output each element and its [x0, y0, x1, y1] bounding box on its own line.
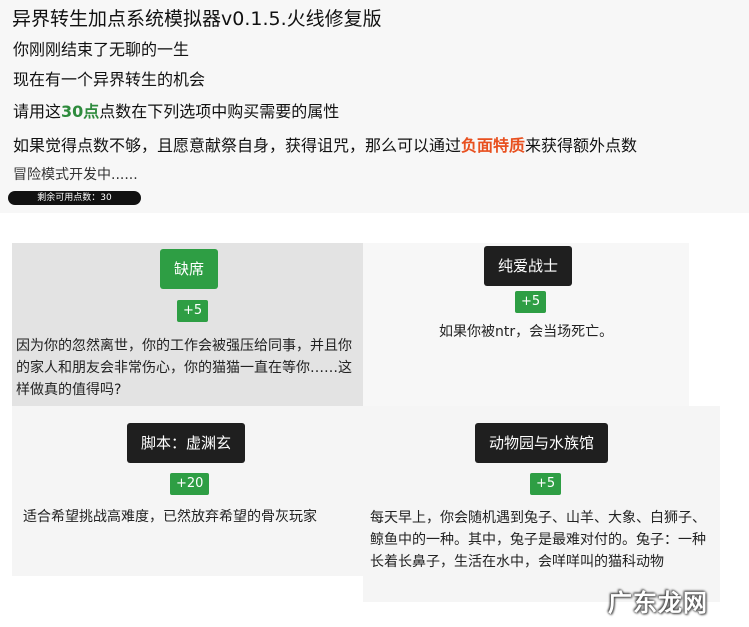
intro-line-4: 如果觉得点数不够，且愿意献祭自身，获得诅咒，那么可以通过负面特质来获得额外点数 — [13, 132, 637, 156]
adventure-mode-note: 冒险模式开发中...... — [13, 167, 138, 183]
option-card-pure-love-warrior: 纯爱战士 +5 如果你被ntr，会当场死亡。 — [363, 243, 689, 406]
option-cost-badge: +20 — [170, 473, 210, 495]
option-description: 如果你被ntr，会当场死亡。 — [439, 324, 614, 340]
remaining-points-badge: 剩余可用点数：30 — [8, 191, 141, 205]
intro-line-2: 现在有一个异界转生的机会 — [13, 70, 206, 89]
option-card-zoo-and-aquarium: 动物园与水族馆 +5 每天早上，你会随机遇到兔子、山羊、大象、白狮子、鲸鱼中的一… — [363, 406, 720, 602]
total-points: 30点 — [61, 102, 100, 121]
intro-panel: 异界转生加点系统模拟器v0.1.5.火线修复版 你刚刚结束了无聊的一生 现在有一… — [0, 0, 749, 213]
negative-traits-link[interactable]: 负面特质 — [461, 136, 525, 155]
option-description: 因为你的忽然离世，你的工作会被强压给同事，并且你的家人和朋友会非常伤心，你的猫猫… — [16, 338, 352, 398]
intro-line-4-prefix: 如果觉得点数不够，且愿意献祭自身，获得诅咒，那么可以通过 — [13, 136, 462, 155]
option-cost-badge: +5 — [515, 291, 547, 313]
site-watermark: 广东龙网 — [608, 589, 708, 617]
option-card-script-urobuchi: 脚本：虚渊玄 +20 适合希望挑战高难度，已然放弃希望的骨灰玩家 — [12, 406, 363, 576]
intro-line-1: 你刚刚结束了无聊的一生 — [13, 40, 190, 59]
option-button-absence[interactable]: 缺席 — [160, 249, 219, 289]
intro-line-4-suffix: 来获得额外点数 — [525, 136, 638, 155]
option-cost-badge: +5 — [177, 300, 209, 322]
option-button-script-urobuchi[interactable]: 脚本：虚渊玄 — [127, 423, 246, 463]
page-title: 异界转生加点系统模拟器v0.1.5.火线修复版 — [12, 8, 382, 30]
option-card-absence: 缺席 +5 因为你的忽然离世，你的工作会被强压给同事，并且你的家人和朋友会非常伤… — [12, 243, 363, 406]
intro-line-3-suffix: 点数在下列选项中购买需要的属性 — [99, 102, 340, 121]
option-description: 每天早上，你会随机遇到兔子、山羊、大象、白狮子、鲸鱼中的一种。其中，兔子是最难对… — [370, 510, 706, 570]
intro-line-3-prefix: 请用这 — [13, 102, 62, 121]
intro-line-3: 请用这30点点数在下列选项中购买需要的属性 — [13, 98, 339, 122]
option-description: 适合希望挑战高难度，已然放弃希望的骨灰玩家 — [23, 509, 317, 525]
option-cost-badge: +5 — [530, 473, 562, 495]
option-button-pure-love-warrior[interactable]: 纯爱战士 — [484, 246, 573, 286]
option-button-zoo-and-aquarium[interactable]: 动物园与水族馆 — [475, 423, 609, 463]
